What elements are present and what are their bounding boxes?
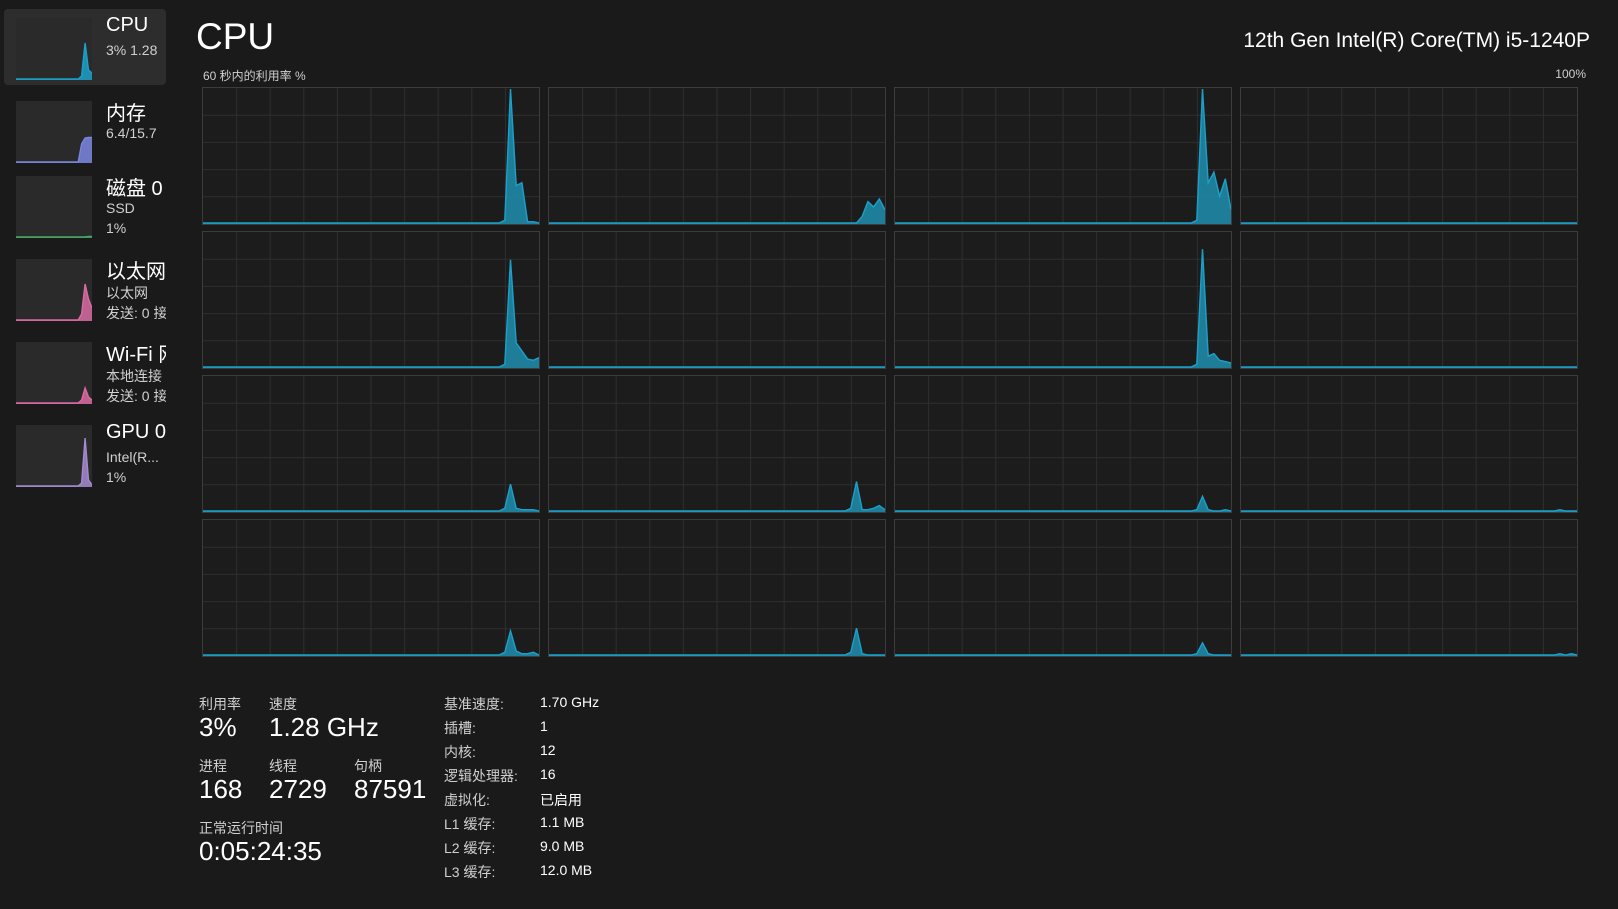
spec-value: 1 <box>540 718 548 734</box>
sidebar-item-name: CPU <box>106 14 149 36</box>
sidebar-item-cpu[interactable]: CPU 3% 1.28 <box>4 9 166 85</box>
utilization-line <box>16 42 92 80</box>
spec-label: 虚拟化: <box>444 792 490 808</box>
spec-value: 12 <box>540 742 556 758</box>
spec-label: 插槽: <box>444 720 476 736</box>
core-graph <box>894 231 1232 369</box>
utilization-value: 3% <box>199 712 237 742</box>
spec-value: 1.1 MB <box>540 814 585 830</box>
sidebar-item-detail: 本地连接 <box>106 368 162 384</box>
utilization-label: 利用率 <box>199 696 241 712</box>
spec-value: 12.0 MB <box>540 862 593 878</box>
core-graph <box>548 519 886 657</box>
utilization-line <box>16 385 92 404</box>
core-graph <box>1240 231 1578 369</box>
sidebar-item-name: 以太网 <box>106 261 166 283</box>
sidebar-item-detail: 6.4/15.7 <box>106 125 157 141</box>
utilization-line <box>16 437 92 487</box>
ethernet-thumbnail-graph <box>16 259 92 321</box>
utilization-line <box>16 235 92 238</box>
core-graph <box>202 519 540 657</box>
core-graph <box>894 87 1232 225</box>
processes-label: 进程 <box>199 758 227 774</box>
spec-value: 已启用 <box>540 792 582 808</box>
sidebar-item-name: GPU 0 <box>106 421 166 443</box>
utilization-area <box>16 43 92 80</box>
sidebar-item-detail: 3% 1.28 <box>106 42 158 58</box>
spec-value: 9.0 MB <box>540 838 585 854</box>
gpu-thumbnail-graph <box>16 425 92 487</box>
spec-label: 逻辑处理器: <box>444 768 518 784</box>
core-graph <box>1240 519 1578 657</box>
uptime-label: 正常运行时间 <box>199 820 283 836</box>
sidebar-item-name: 内存 <box>106 103 146 125</box>
core-graph <box>894 519 1232 657</box>
spec-value: 16 <box>540 766 556 782</box>
utilization-line <box>16 283 92 321</box>
cpu-model-name: 12th Gen Intel(R) Core(TM) i5-1240P <box>1243 29 1590 52</box>
core-graph <box>1240 87 1578 225</box>
core-graph <box>548 87 886 225</box>
speed-value: 1.28 GHz <box>269 712 379 742</box>
threads-label: 线程 <box>269 758 297 774</box>
handles-value: 87591 <box>354 774 427 804</box>
graph-axis-label: 60 秒内的利用率 % <box>203 69 306 83</box>
disk-thumbnail-graph <box>16 176 92 238</box>
sidebar-item-detail-2: 发送: 0 接 <box>106 388 166 404</box>
page-title: CPU <box>196 16 275 57</box>
sidebar-item-detail-2: 1% <box>106 220 127 236</box>
spec-label: L2 缓存: <box>444 840 496 856</box>
core-graph <box>1240 375 1578 513</box>
sidebar-item-detail-2: 1% <box>106 469 127 485</box>
spec-value: 1.70 GHz <box>540 694 600 710</box>
speed-label: 速度 <box>269 696 297 712</box>
handles-label: 句柄 <box>354 758 382 774</box>
sidebar-item-name: 磁盘 0 <box>106 178 163 200</box>
sidebar-item-detail: 以太网 <box>106 285 148 301</box>
sidebar: CPU 3% 1.28 内存 6.4/15.7 磁盘 0 SSD 1% 以太网 … <box>0 0 168 909</box>
sidebar-item-disk[interactable]: 磁盘 0 SSD 1% <box>4 167 166 243</box>
sidebar-item-ethernet[interactable]: 以太网 以太网 发送: 0 接 <box>4 250 166 326</box>
sidebar-item-name: Wi-Fi 网 <box>106 344 166 366</box>
core-graph <box>202 231 540 369</box>
sidebar-item-detail-2: 发送: 0 接 <box>106 305 166 321</box>
memory-thumbnail-graph <box>16 101 92 163</box>
utilization-area <box>16 438 92 487</box>
core-graph <box>202 375 540 513</box>
spec-label: L1 缓存: <box>444 816 496 832</box>
uptime-value: 0:05:24:35 <box>199 836 322 866</box>
sidebar-item-detail: Intel(R... <box>106 449 159 465</box>
spec-label: L3 缓存: <box>444 864 496 880</box>
cpu-thumbnail-graph <box>16 18 92 80</box>
sidebar-item-wifi[interactable]: Wi-Fi 网 本地连接 发送: 0 接 <box>4 333 166 409</box>
graph-max-label: 100% <box>1555 67 1586 81</box>
sidebar-item-detail: SSD <box>106 200 135 216</box>
spec-label: 基准速度: <box>444 696 504 712</box>
core-graph <box>548 375 886 513</box>
wifi-thumbnail-graph <box>16 342 92 404</box>
core-graph <box>894 375 1232 513</box>
sidebar-item-memory[interactable]: 内存 6.4/15.7 <box>4 92 166 168</box>
threads-value: 2729 <box>269 774 327 804</box>
core-graph <box>202 87 540 225</box>
sidebar-item-gpu[interactable]: GPU 0 Intel(R... 1% <box>4 416 166 492</box>
processes-value: 168 <box>199 774 243 804</box>
spec-label: 内核: <box>444 744 476 760</box>
core-graph <box>548 231 886 369</box>
